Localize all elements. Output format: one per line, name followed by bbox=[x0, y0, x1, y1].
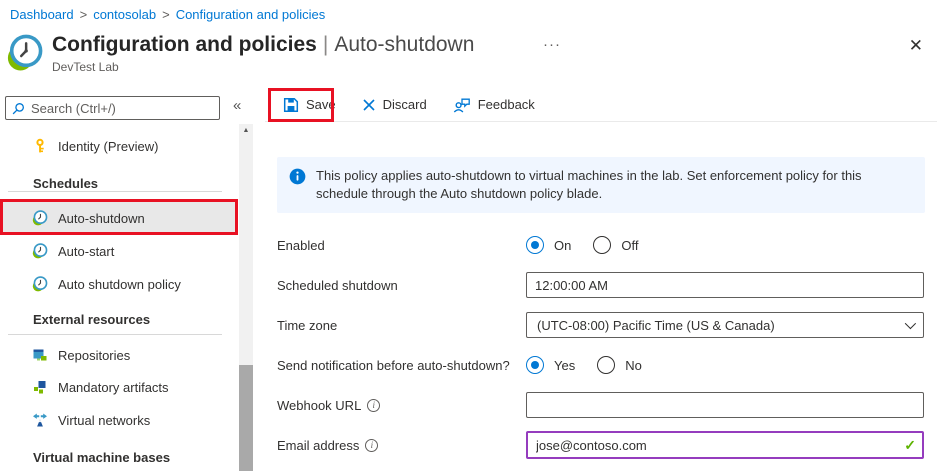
artifacts-icon bbox=[32, 379, 48, 395]
chevron-down-icon bbox=[904, 317, 917, 330]
scheduled-shutdown-row: Scheduled shutdown bbox=[277, 265, 937, 305]
webhook-url-input[interactable] bbox=[526, 392, 924, 418]
email-address-label: Email address bbox=[277, 437, 360, 453]
notification-yes-label[interactable]: Yes bbox=[554, 358, 575, 373]
scheduled-shutdown-input[interactable] bbox=[526, 272, 924, 298]
notification-no-radio[interactable] bbox=[597, 356, 616, 374]
email-info-icon[interactable]: i bbox=[365, 438, 379, 452]
notification-no-label[interactable]: No bbox=[625, 358, 642, 373]
more-options-icon[interactable]: ··· bbox=[543, 36, 561, 53]
sidebar-item-label: Auto-start bbox=[58, 243, 115, 259]
valid-check-icon: ✓ bbox=[904, 437, 916, 453]
enabled-on-radio[interactable] bbox=[526, 236, 544, 254]
enabled-row: Enabled On Off bbox=[277, 225, 937, 265]
breadcrumb-configuration-and-policies[interactable]: Configuration and policies bbox=[176, 7, 326, 22]
breadcrumb-contosolab[interactable]: contosolab bbox=[93, 7, 156, 22]
discard-x-icon bbox=[363, 98, 375, 111]
save-button[interactable]: Save bbox=[283, 97, 336, 113]
sidebar-item-label: Repositories bbox=[58, 347, 131, 363]
breadcrumb-separator: > bbox=[79, 7, 88, 22]
webhook-url-row: Webhook URL i bbox=[277, 385, 937, 425]
enabled-label: Enabled bbox=[277, 237, 325, 253]
sidebar-section-external-resources: External resources bbox=[33, 312, 151, 327]
network-icon bbox=[32, 412, 48, 428]
notification-yes-radio[interactable] bbox=[526, 356, 544, 374]
clock-icon bbox=[32, 243, 48, 259]
main-content: Save Discard Feedback This policy applie… bbox=[265, 88, 937, 471]
command-bar: Save Discard Feedback bbox=[265, 88, 937, 122]
sidebar-section-virtual-machine-bases: Virtual machine bases bbox=[33, 450, 171, 465]
sidebar-item-label: Auto shutdown policy bbox=[58, 276, 181, 292]
search-input[interactable] bbox=[31, 100, 213, 116]
key-icon bbox=[32, 138, 48, 154]
webhook-info-icon[interactable]: i bbox=[367, 398, 381, 412]
clock-icon bbox=[32, 210, 48, 226]
time-zone-row: Time zone (UTC-08:00) Pacific Time (US &… bbox=[277, 305, 937, 345]
breadcrumb-separator: > bbox=[162, 7, 170, 22]
enabled-on-label[interactable]: On bbox=[554, 238, 571, 253]
page-header: Configuration and policies | Auto-shutdown… bbox=[52, 33, 474, 74]
time-zone-value: (UTC-08:00) Pacific Time (US & Canada) bbox=[537, 317, 775, 333]
sidebar-scrollbar[interactable]: ▲ bbox=[239, 124, 253, 471]
enabled-radio-group: On Off bbox=[526, 236, 924, 254]
info-banner: This policy applies auto-shutdown to vir… bbox=[277, 157, 925, 213]
page-title: Configuration and policies bbox=[52, 33, 317, 56]
send-notification-radio-group: Yes No bbox=[526, 356, 924, 374]
enabled-off-radio[interactable] bbox=[593, 236, 612, 254]
feedback-button[interactable]: Feedback bbox=[453, 97, 535, 113]
email-address-input[interactable] bbox=[526, 431, 924, 459]
close-icon[interactable]: ✕ bbox=[909, 36, 923, 56]
info-banner-text: This policy applies auto-shutdown to vir… bbox=[316, 168, 862, 201]
sidebar: « Identity (Preview) Schedules bbox=[0, 90, 256, 471]
webhook-url-label: Webhook URL bbox=[277, 397, 362, 413]
sidebar-item-label: Auto-shutdown bbox=[58, 210, 145, 226]
sidebar-item-label: Virtual networks bbox=[58, 412, 151, 428]
collapse-sidebar-icon[interactable]: « bbox=[233, 97, 241, 114]
send-notification-label: Send notification before auto-shutdown? bbox=[277, 357, 510, 373]
divider bbox=[8, 191, 222, 192]
scheduled-shutdown-label: Scheduled shutdown bbox=[277, 277, 398, 293]
sidebar-item-auto-shutdown[interactable]: Auto-shutdown bbox=[0, 202, 238, 234]
send-notification-row: Send notification before auto-shutdown? … bbox=[277, 345, 937, 385]
sidebar-section-schedules: Schedules bbox=[33, 176, 99, 191]
sidebar-item-auto-start[interactable]: Auto-start bbox=[0, 235, 238, 267]
resource-type-label: DevTest Lab bbox=[52, 60, 119, 74]
sidebar-item-mandatory-artifacts[interactable]: Mandatory artifacts bbox=[0, 371, 238, 403]
sidebar-item-repositories[interactable]: Repositories bbox=[0, 339, 238, 371]
clock-icon bbox=[32, 276, 48, 292]
sidebar-item-auto-shutdown-policy[interactable]: Auto shutdown policy bbox=[0, 268, 238, 300]
sidebar-item-label: Identity (Preview) bbox=[58, 138, 159, 154]
sidebar-item-virtual-networks[interactable]: Virtual networks bbox=[0, 404, 238, 436]
blade-title: Auto-shutdown bbox=[334, 33, 475, 56]
feedback-icon bbox=[453, 98, 470, 113]
sidebar-item-identity-preview[interactable]: Identity (Preview) bbox=[0, 130, 238, 162]
discard-button[interactable]: Discard bbox=[362, 97, 427, 112]
scroll-up-icon[interactable]: ▲ bbox=[239, 127, 253, 134]
auto-shutdown-form: Enabled On Off Scheduled shutdown Time z… bbox=[277, 225, 937, 465]
auto-shutdown-blade: Dashboard > contosolab > Configuration and p… bbox=[0, 0, 937, 471]
save-icon bbox=[283, 97, 299, 112]
feedback-label: Feedback bbox=[477, 97, 535, 112]
save-label: Save bbox=[306, 97, 336, 112]
breadcrumb: Dashboard > contosolab > Configuration and p… bbox=[10, 7, 325, 22]
divider bbox=[8, 334, 222, 335]
info-icon bbox=[289, 168, 306, 185]
discard-label: Discard bbox=[382, 97, 427, 112]
time-zone-label: Time zone bbox=[277, 317, 338, 333]
devtest-lab-clock-icon bbox=[7, 34, 43, 71]
enabled-off-label[interactable]: Off bbox=[621, 238, 638, 253]
repository-icon bbox=[32, 347, 48, 363]
scrollbar-thumb[interactable] bbox=[239, 365, 253, 471]
email-address-row: Email address i ✓ bbox=[277, 425, 937, 465]
breadcrumb-dashboard[interactable]: Dashboard bbox=[10, 7, 74, 22]
sidebar-item-label: Mandatory artifacts bbox=[58, 379, 169, 395]
search-icon bbox=[12, 102, 24, 114]
sidebar-search bbox=[5, 96, 220, 120]
title-separator: | bbox=[322, 33, 329, 56]
time-zone-select[interactable]: (UTC-08:00) Pacific Time (US & Canada) bbox=[526, 312, 924, 338]
